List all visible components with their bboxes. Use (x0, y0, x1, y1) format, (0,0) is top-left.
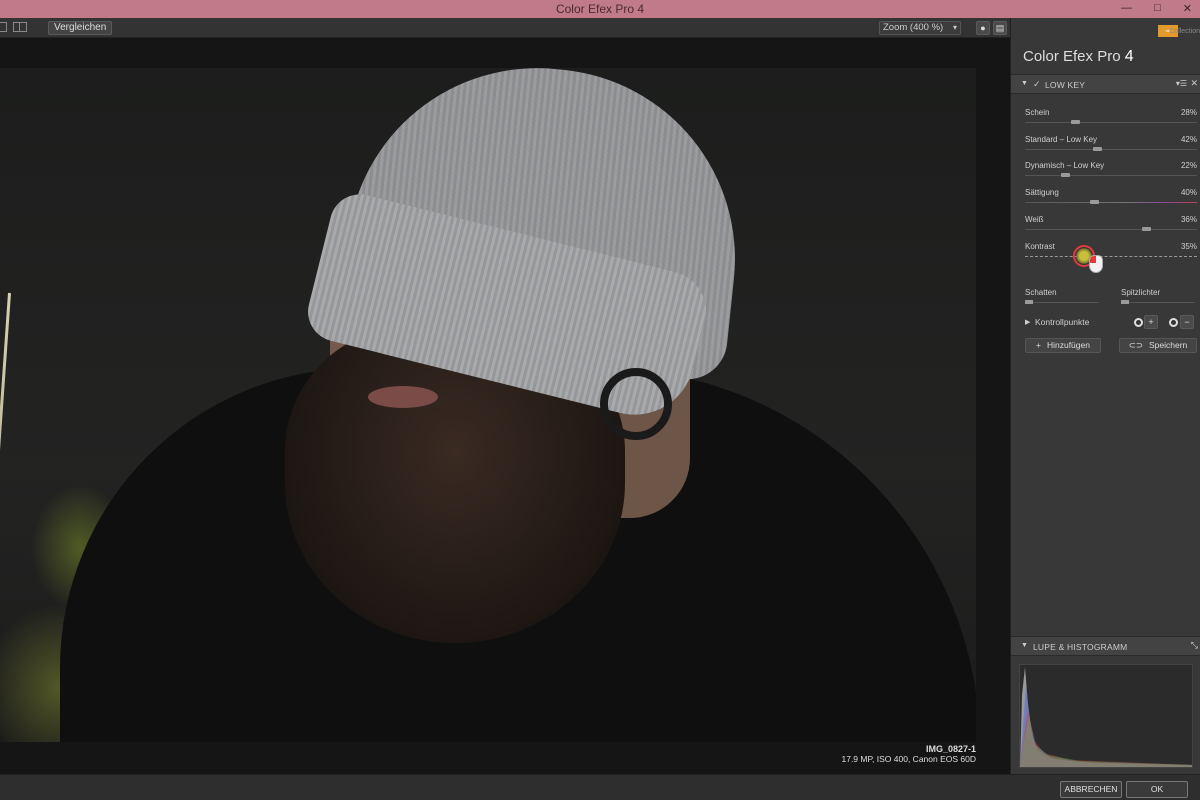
slider-label: Standard – Low Key (1025, 135, 1098, 144)
slider-track[interactable] (1025, 175, 1197, 176)
caret-down-icon[interactable]: ▼ (1021, 80, 1028, 87)
slider-value: 40% (1180, 188, 1197, 197)
slider-spitzlichter[interactable]: Spitzlichter (1121, 288, 1195, 312)
close-window-button[interactable]: ✕ (1183, 2, 1192, 15)
slider-dynamisch-low-key[interactable]: Dynamisch – Low Key 22% (1025, 161, 1197, 187)
image-filename: IMG_0827-1 (925, 744, 976, 754)
pin-icon[interactable]: ⤡ (1191, 640, 1198, 651)
window-controls: — □ ✕ (1121, 2, 1192, 15)
slider-label: Spitzlichter (1121, 288, 1161, 297)
slider-track[interactable] (1025, 149, 1197, 150)
loupe-title: LUPE & HISTOGRAMM (1033, 642, 1128, 652)
slider-thumb[interactable] (1061, 173, 1070, 177)
photo-ear-gauge (600, 368, 672, 440)
slider-thumb[interactable] (1142, 227, 1151, 231)
zoom-dropdown[interactable]: Zoom (400 %) ▾ (879, 21, 961, 35)
loupe-toggle-icon[interactable]: ● (976, 21, 990, 35)
brand-text: Collection (1169, 28, 1200, 35)
maximize-button[interactable]: □ (1154, 2, 1161, 15)
slider-label: Schatten (1025, 288, 1057, 297)
close-icon[interactable]: ✕ (1190, 78, 1198, 89)
chevron-down-icon: ▾ (952, 23, 957, 32)
loupe-header[interactable]: ▼ LUPE & HISTOGRAMM ⤡ (1011, 636, 1200, 656)
slider-schatten[interactable]: Schatten (1025, 288, 1099, 312)
save-icon: ⊂⊃ (1128, 340, 1143, 350)
filter-name: LOW KEY (1045, 80, 1086, 90)
slider-value: 28% (1180, 108, 1197, 117)
filter-enabled-check[interactable]: ✓ (1033, 79, 1041, 90)
save-button[interactable]: ⊂⊃ Speichern (1119, 338, 1197, 353)
slider-thumb[interactable] (1071, 120, 1080, 124)
photo-preview (0, 68, 976, 742)
slider-saettigung[interactable]: Sättigung 40% (1025, 188, 1197, 214)
slider-value: 35% (1180, 242, 1197, 251)
filter-panel: nik Collection Color Efex Pro 4 ▼ ✓ LOW … (1010, 18, 1200, 774)
save-label: Speichern (1148, 340, 1188, 350)
single-view-icon[interactable] (0, 22, 7, 32)
color-efex-window: Color Efex Pro 4 — □ ✕ Vergleichen Zoom … (0, 0, 1200, 800)
panel-title-text: Color Efex Pro (1023, 48, 1121, 65)
cancel-button[interactable]: ABBRECHEN (1060, 781, 1122, 798)
image-details: 17.9 MP, ISO 400, Canon EOS 60D (841, 754, 976, 764)
slider-track[interactable] (1025, 202, 1197, 203)
caret-down-icon[interactable]: ▼ (1021, 642, 1028, 649)
zoom-label: Zoom (400 %) (883, 22, 944, 33)
slider-thumb[interactable] (1121, 300, 1129, 304)
slider-weiss[interactable]: Weiß 36% (1025, 215, 1197, 241)
minimize-button[interactable]: — (1121, 2, 1132, 15)
slider-standard-low-key[interactable]: Standard – Low Key 42% (1025, 135, 1197, 161)
control-point-minus-icon (1169, 318, 1178, 327)
plus-icon: + (1036, 340, 1041, 350)
slider-schein[interactable]: Schein 28% (1025, 108, 1197, 134)
panel-title-version: 4 (1124, 48, 1134, 65)
slider-kontrast[interactable]: Kontrast 35% (1025, 242, 1197, 278)
title-bar: Color Efex Pro 4 — □ ✕ (0, 0, 1200, 18)
panel-toggle-icon[interactable]: ▤ (993, 21, 1007, 35)
histogram-graph (1020, 667, 1192, 767)
photo-lips (368, 386, 438, 408)
low-key-header[interactable]: ▼ ✓ LOW KEY ▾☰ ✕ (1011, 74, 1200, 94)
slider-label: Dynamisch – Low Key (1025, 161, 1105, 170)
histogram (1019, 664, 1193, 768)
panel-title: Color Efex Pro 4 (1023, 48, 1134, 66)
ok-button[interactable]: OK (1126, 781, 1188, 798)
control-points-label: Kontrollpunkte (1035, 317, 1090, 327)
image-meta: IMG_0827-1 17.9 MP, ISO 400, Canon EOS 6… (841, 744, 976, 764)
slider-value: 36% (1180, 215, 1197, 224)
filter-menu-icon[interactable]: ▾☰ (1176, 79, 1187, 88)
window-title: Color Efex Pro 4 (555, 2, 645, 16)
remove-control-point-button[interactable]: − (1180, 315, 1194, 329)
slider-thumb[interactable] (1090, 200, 1099, 204)
slider-track[interactable] (1121, 302, 1195, 303)
add-control-point-button[interactable]: + (1144, 315, 1158, 329)
slider-track[interactable] (1025, 229, 1197, 230)
slider-label: Kontrast (1025, 242, 1055, 251)
add-button[interactable]: + Hinzufügen (1025, 338, 1101, 353)
split-view-icon[interactable] (13, 22, 27, 32)
slider-label: Weiß (1025, 215, 1044, 224)
toolbar: Vergleichen Zoom (400 %) ▾ ● ▤ (0, 18, 1010, 38)
mouse-cursor-icon (1089, 255, 1103, 273)
control-point-plus-icon (1134, 318, 1143, 327)
add-label: Hinzufügen (1046, 340, 1090, 350)
slider-track[interactable] (1025, 302, 1099, 303)
caret-right-icon[interactable]: ▶ (1025, 318, 1030, 326)
slider-value: 42% (1180, 135, 1197, 144)
slider-thumb[interactable] (1093, 147, 1102, 151)
slider-value: 22% (1180, 161, 1197, 170)
compare-button[interactable]: Vergleichen (48, 21, 113, 35)
slider-thumb[interactable] (1025, 300, 1033, 304)
grass-blade (0, 292, 11, 733)
slider-label: Sättigung (1025, 188, 1059, 197)
slider-track[interactable] (1025, 122, 1197, 123)
bottom-bar: ABBRECHEN OK (0, 774, 1200, 800)
slider-track[interactable] (1025, 256, 1197, 257)
control-points-row: ▶ Kontrollpunkte + − (1025, 315, 1197, 331)
slider-label: Schein (1025, 108, 1050, 117)
image-canvas[interactable]: IMG_0827-1 17.9 MP, ISO 400, Canon EOS 6… (0, 38, 1010, 774)
